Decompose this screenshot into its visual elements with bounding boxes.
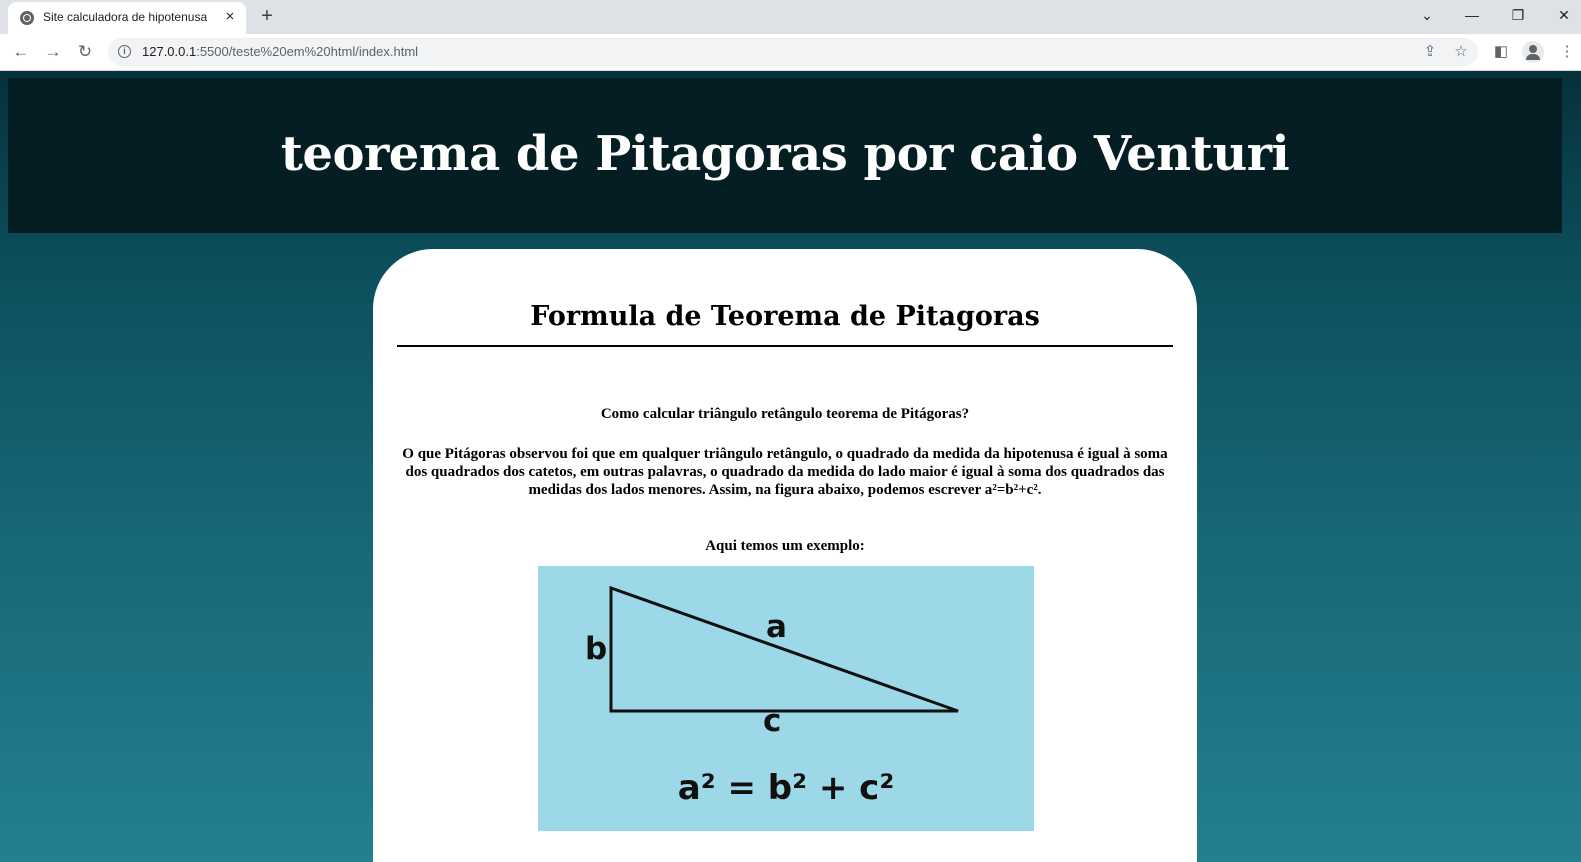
address-bar[interactable]: i 127.0.0.1:5500/teste%20em%20html/index… [108,38,1478,66]
site-title: teorema de Pitagoras por caio Venturi [280,126,1290,182]
url-text[interactable]: 127.0.0.1:5500/teste%20em%20html/index.h… [142,44,418,59]
card-heading: Formula de Teorema de Pitagoras [530,301,1040,332]
globe-icon [20,11,34,25]
question-text: Como calcular triângulo retângulo teorem… [600,406,970,422]
page-viewport: teorema de Pitagoras por caio Venturi Fo… [0,71,1581,862]
browser-window: Site calculadora de hipotenusa × + ⌄ — ❐… [0,0,1581,862]
tab-close-icon[interactable]: × [222,8,238,26]
pythagoras-figure: a b c a² = b² + c² [538,566,1034,831]
hypotenuse-label: a [766,609,787,645]
side-panel-icon[interactable]: ◧ [1489,40,1513,64]
minimize-button[interactable]: — [1461,4,1483,26]
tab-strip: Site calculadora de hipotenusa × + ⌄ — ❐… [0,0,1581,34]
browser-toolbar: ← → ↻ i 127.0.0.1:5500/teste%20em%20html… [0,34,1581,71]
reload-button[interactable]: ↻ [73,40,97,64]
tab-active[interactable]: Site calculadora de hipotenusa × [8,2,246,34]
new-tab-button[interactable]: + [257,5,277,27]
tab-title: Site calculadora de hipotenusa [43,10,208,24]
restore-button[interactable]: ❐ [1507,4,1529,26]
menu-icon[interactable]: ⋮ [1557,40,1577,64]
url-path: :5500/teste%20em%20html/index.html [196,44,419,59]
content-card: Formula de Teorema de Pitagoras Como cal… [373,249,1197,862]
back-button[interactable]: ← [9,40,33,64]
horizontal-leg-label: c [763,703,782,739]
formula-text: a² = b² + c² [677,768,895,808]
forward-button[interactable]: → [41,40,65,64]
heading-divider [397,345,1173,347]
explanation-paragraph: O que Pitágoras observou foi que em qual… [402,446,1168,498]
url-host: 127.0.0.1 [142,44,197,59]
profile-avatar[interactable] [1522,41,1544,63]
vertical-leg-label: b [585,631,608,667]
site-header: teorema de Pitagoras por caio Venturi [8,78,1562,233]
bookmark-star-icon[interactable]: ☆ [1451,42,1471,62]
close-window-button[interactable]: ✕ [1553,4,1575,26]
example-label: Aqui temos um exemplo: [705,538,865,554]
right-triangle [609,585,959,713]
tab-search-icon[interactable]: ⌄ [1416,4,1438,26]
site-info-icon[interactable]: i [118,45,131,58]
share-icon[interactable]: ⇪ [1420,42,1440,62]
